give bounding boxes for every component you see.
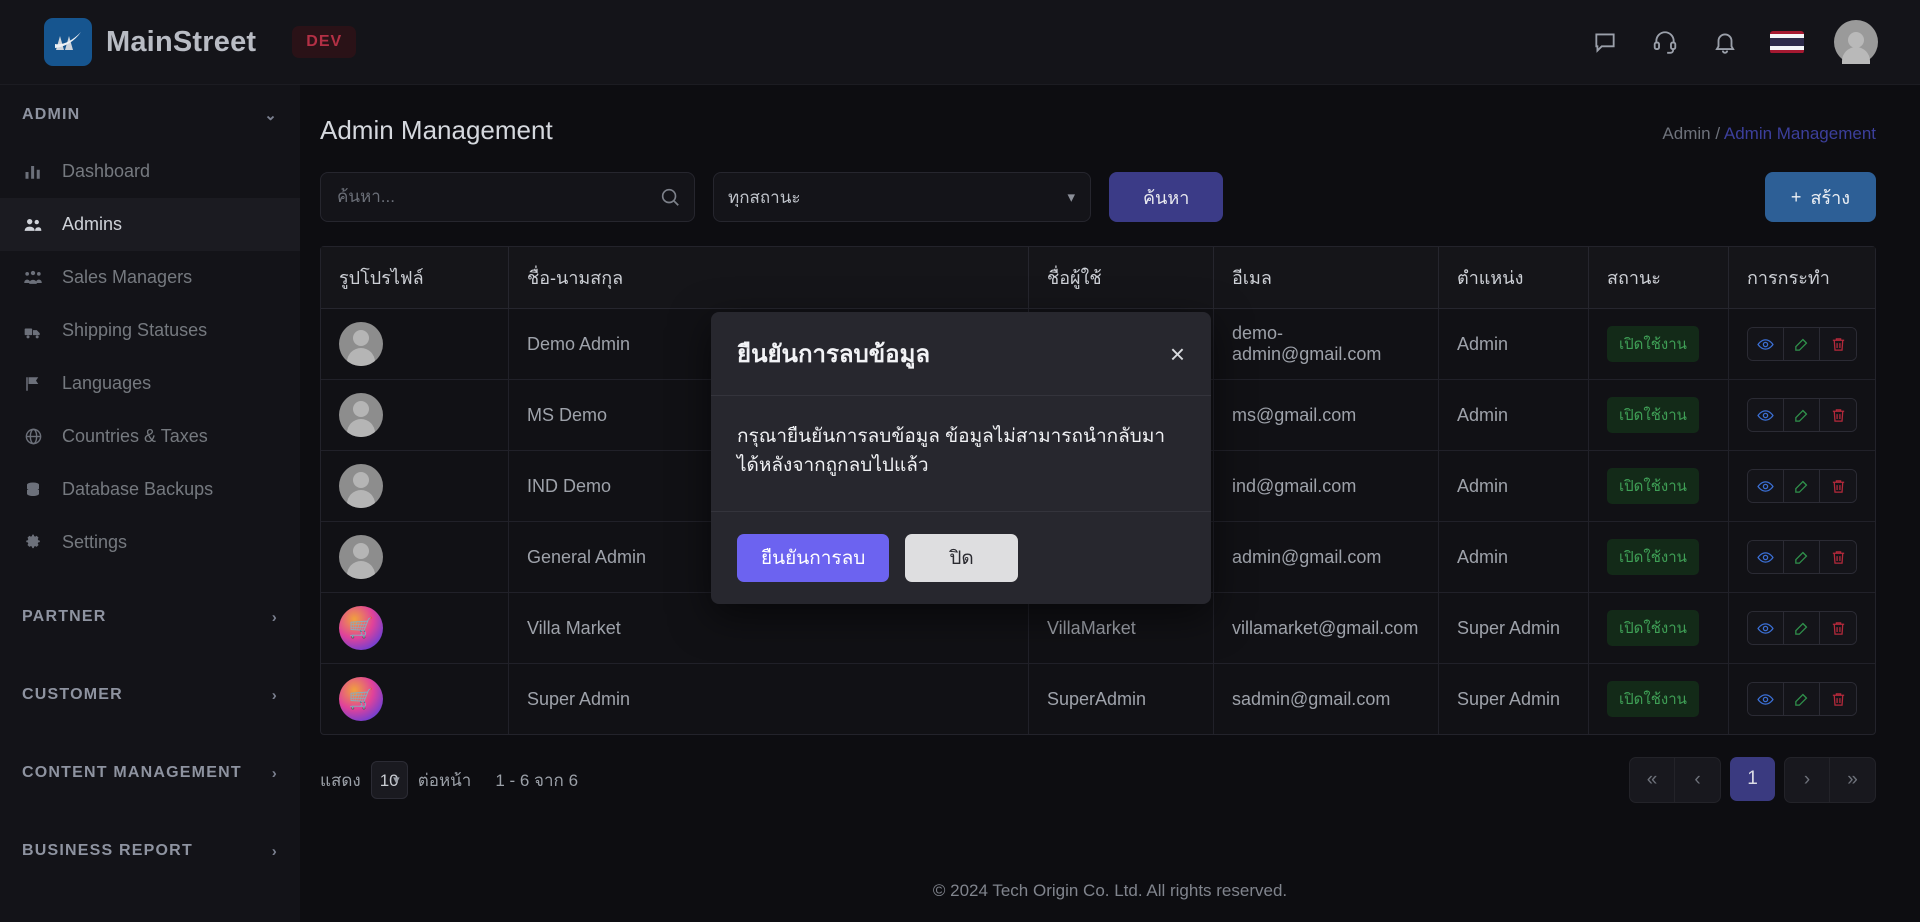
modal-footer: ยืนยันการลบ ปิด	[711, 512, 1211, 604]
close-icon[interactable]: ×	[1170, 341, 1185, 367]
modal-body: กรุณายืนยันการลบข้อมูล ข้อมูลไม่สามารถนำ…	[711, 396, 1211, 512]
delete-confirm-modal: ยืนยันการลบข้อมูล × กรุณายืนยันการลบข้อม…	[711, 312, 1211, 604]
cancel-button[interactable]: ปิด	[905, 533, 1018, 582]
modal-header: ยืนยันการลบข้อมูล ×	[711, 312, 1211, 396]
modal-title: ยืนยันการลบข้อมูล	[737, 341, 931, 368]
admin-management-page: MainStreet DEV ADMIN ⌄ Dashboard Admins …	[0, 0, 1920, 922]
confirm-delete-button[interactable]: ยืนยันการลบ	[737, 533, 890, 582]
modal-message: กรุณายืนยันการลบข้อมูล ข้อมูลไม่สามารถนำ…	[737, 426, 1166, 477]
modal-backdrop[interactable]: ยืนยันการลบข้อมูล × กรุณายืนยันการลบข้อม…	[0, 0, 1920, 922]
